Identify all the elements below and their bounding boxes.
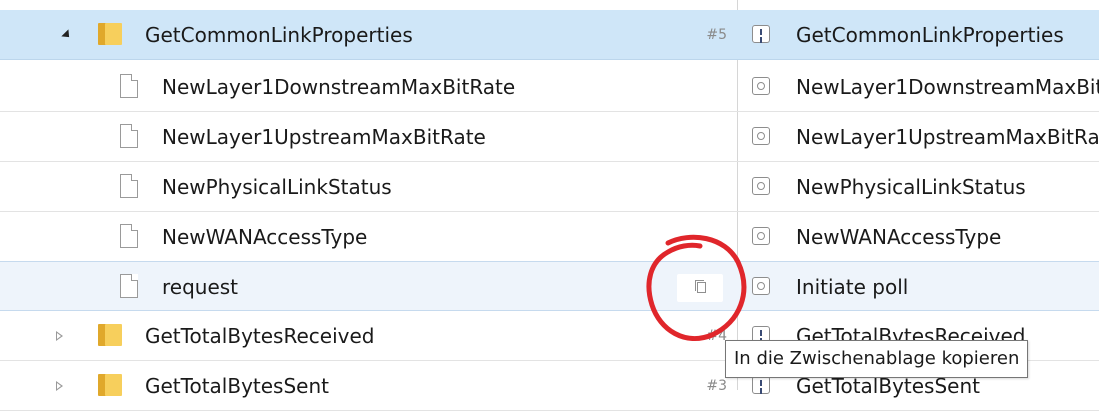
tooltip: In die Zwischenablage kopieren <box>725 340 1029 378</box>
tree-row-label: NewWANAccessType <box>162 225 368 249</box>
parameter-icon <box>752 277 770 295</box>
parameter-icon <box>752 127 770 145</box>
tree-row-description: GetCommonLinkProperties <box>796 23 1064 47</box>
tree-row-label: NewLayer1DownstreamMaxBitRate <box>162 75 516 99</box>
parameter-icon <box>752 227 770 245</box>
row-index: #3 <box>706 378 727 394</box>
tree-row-label: GetCommonLinkProperties <box>145 23 413 47</box>
tree-row-label: GetTotalBytesReceived <box>145 324 375 348</box>
tree-row-newlayer1upstreammaxbitrate[interactable]: NewLayer1UpstreamMaxBitRate NewLayer1Ups… <box>0 112 1099 162</box>
action-icon <box>752 376 770 394</box>
tree-row-newphysicallinkstatus[interactable]: NewPhysicalLinkStatus NewPhysicalLinkSta… <box>0 162 1099 212</box>
parameter-icon <box>752 77 770 95</box>
copy-button[interactable] <box>677 274 723 302</box>
folder-icon <box>98 324 122 346</box>
file-icon <box>120 74 138 98</box>
row-index: #4 <box>706 328 727 344</box>
tree-row-newlayer1downstreammaxbitrate[interactable]: NewLayer1DownstreamMaxBitRate NewLayer1D… <box>0 62 1099 112</box>
action-icon <box>752 25 770 43</box>
collapse-arrow-icon[interactable] <box>61 29 73 41</box>
expand-arrow-icon[interactable] <box>56 331 63 341</box>
tree-row-getcommonlinkproperties[interactable]: GetCommonLinkProperties #5 GetCommonLink… <box>0 10 1099 60</box>
tree-row-description: NewWANAccessType <box>796 225 1002 249</box>
file-icon <box>120 224 138 248</box>
row-index: #5 <box>706 27 727 43</box>
tree-row-request[interactable]: request Initiate poll <box>0 261 1099 311</box>
tree-row-label: request <box>162 275 239 299</box>
tree-row-description: Initiate poll <box>796 275 909 299</box>
tree-row-label: GetTotalBytesSent <box>145 374 329 398</box>
tree-row-label: NewLayer1UpstreamMaxBitRate <box>162 125 486 149</box>
parameter-icon <box>752 177 770 195</box>
tree-row-description: NewLayer1UpstreamMaxBitRate <box>796 125 1099 149</box>
file-icon <box>120 174 138 198</box>
tree-row-label: NewPhysicalLinkStatus <box>162 175 392 199</box>
tree-row-description: NewPhysicalLinkStatus <box>796 175 1026 199</box>
file-icon <box>120 274 138 298</box>
file-icon <box>120 124 138 148</box>
folder-icon <box>98 374 122 396</box>
tree-row-description: NewLayer1DownstreamMaxBitRate <box>796 75 1099 99</box>
folder-icon <box>98 23 122 45</box>
tree-row-newwanaccesstype[interactable]: NewWANAccessType NewWANAccessType <box>0 212 1099 262</box>
